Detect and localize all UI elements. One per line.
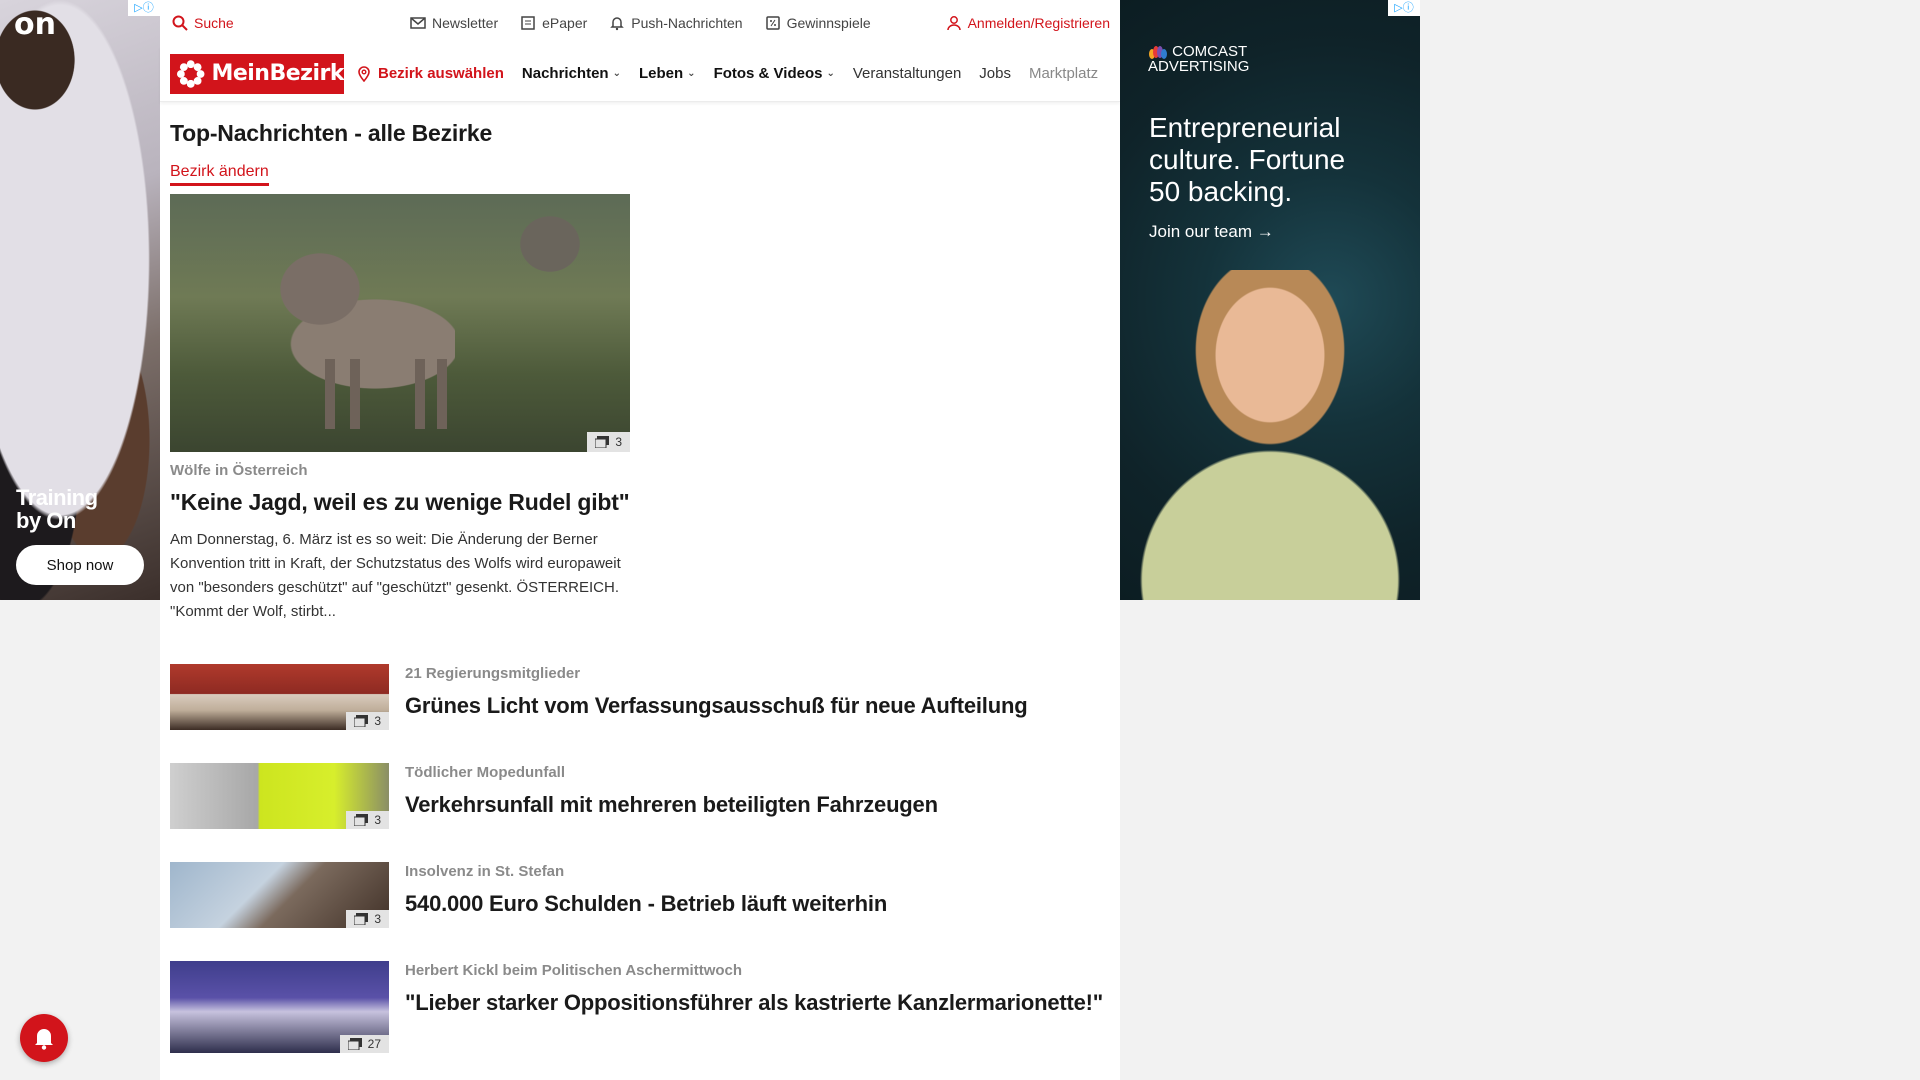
on-logo: on [14, 7, 56, 42]
join-team-link[interactable]: Join our team → [1149, 222, 1274, 242]
nav-nachrichten[interactable]: Nachrichten ⌄ [522, 65, 621, 82]
meinbezirk-logo[interactable]: MeinBezirk [170, 53, 344, 94]
photo-count-badge: 3 [346, 910, 389, 928]
hero-teaser: Am Donnerstag, 6. März ist es so weit: D… [170, 531, 621, 620]
photo-count-badge: 27 [339, 1035, 389, 1053]
article-title[interactable]: Verkehrsunfall mit mehreren beteiligten … [405, 789, 938, 820]
page-title: Top-Nachrichten - alle Bezirke [170, 120, 493, 146]
comcast-advertising-logo: COMCAST ADVERTISING [1148, 43, 1250, 76]
login-register-link[interactable]: Anmelden/Registrieren [946, 15, 1110, 31]
nav-leben[interactable]: Leben ⌄ [639, 65, 696, 82]
ad-left-text: Training by On [16, 485, 98, 533]
newsletter-link[interactable]: Newsletter [410, 15, 498, 31]
bell-icon [35, 1029, 53, 1050]
list-item[interactable]: 3 Tödlicher Mopedunfall Verkehrsunfall m… [170, 763, 1110, 862]
list-item[interactable]: 3 Insolvenz in St. Stefan 540.000 Euro S… [170, 862, 1110, 961]
ad-portrait-image [1140, 270, 1400, 600]
nav-fotos-videos[interactable]: Fotos & Videos ⌄ [714, 65, 835, 82]
wolf-background [515, 209, 585, 279]
right-display-ad[interactable]: COMCAST ADVERTISING Entrepreneurial cult… [1120, 0, 1420, 600]
main-column: Suche Newsletter ePaper Push-Nachrichten… [160, 0, 1120, 1080]
gallery-icon [347, 1038, 362, 1050]
location-pin-icon [358, 65, 370, 82]
photo-count-badge: 3 [346, 811, 389, 829]
shop-now-button[interactable]: Shop now [16, 545, 144, 585]
chevron-down-icon: ⌄ [612, 68, 621, 79]
nav-veranstaltungen[interactable]: Veranstaltungen [853, 65, 961, 82]
article-thumbnail[interactable]: 3 [170, 664, 389, 730]
article-title[interactable]: "Lieber starker Oppositionsführer als ka… [405, 987, 1103, 1018]
left-skyscraper-ad[interactable]: on Training by On Shop now ▷ⓘ [0, 0, 160, 600]
search-link[interactable]: Suche [172, 15, 234, 31]
chevron-down-icon: ⌄ [826, 68, 835, 79]
photo-count-badge: 3 [587, 432, 630, 452]
gallery-icon [354, 913, 369, 925]
nav-jobs[interactable]: Jobs [979, 65, 1011, 82]
article-kicker: Insolvenz in St. Stefan [405, 863, 565, 880]
newspaper-icon [521, 16, 535, 30]
top-utility-bar: Suche Newsletter ePaper Push-Nachrichten… [160, 0, 1120, 46]
adchoices-icon[interactable]: ▷ⓘ [1388, 0, 1420, 16]
ticket-icon [765, 16, 780, 30]
adchoices-icon[interactable]: ▷ⓘ [128, 0, 160, 16]
ad-headline: Entrepreneurial culture. Fortune 50 back… [1149, 112, 1346, 207]
epaper-link[interactable]: ePaper [520, 15, 587, 31]
hero-title[interactable]: "Keine Jagd, weil es zu wenige Rudel gib… [170, 487, 630, 518]
push-notifications-link[interactable]: Push-Nachrichten [609, 15, 743, 31]
nav-marktplatz[interactable]: Marktplatz [1029, 65, 1098, 82]
search-icon [172, 15, 188, 31]
gewinnspiele-link[interactable]: Gewinnspiele [765, 15, 871, 31]
notification-bell-button[interactable] [20, 1014, 68, 1062]
article-title[interactable]: 540.000 Euro Schulden - Betrieb läuft we… [405, 888, 887, 919]
gallery-icon [354, 715, 369, 727]
hero-wolf-image[interactable]: 3 [170, 194, 630, 452]
chevron-down-icon: ⌄ [687, 68, 696, 79]
peacock-icon [1149, 46, 1167, 60]
article-list: 3 21 Regierungsmitglieder Grünes Licht v… [170, 664, 1110, 1060]
bell-icon [610, 17, 625, 31]
article-thumbnail[interactable]: 3 [170, 763, 389, 829]
gallery-icon [595, 436, 610, 448]
list-item[interactable]: 3 21 Regierungsmitglieder Grünes Licht v… [170, 664, 1110, 763]
change-bezirk-link[interactable]: Bezirk ändern [170, 163, 269, 186]
gallery-icon [354, 814, 369, 826]
article-thumbnail[interactable]: 27 [170, 961, 389, 1053]
article-kicker: 21 Regierungsmitglieder [405, 665, 581, 682]
article-kicker: Herbert Kickl beim Politischen Aschermit… [405, 962, 743, 979]
flower-logo-icon [176, 59, 205, 88]
photo-count-badge: 3 [346, 712, 389, 730]
hero-kicker: Wölfe in Österreich [170, 462, 308, 479]
wolf-foreground [265, 249, 455, 429]
article-title[interactable]: Grünes Licht vom Verfassungsausschuß für… [405, 690, 1028, 721]
article-thumbnail[interactable]: 3 [170, 862, 389, 928]
user-icon [946, 16, 961, 31]
select-bezirk-button[interactable]: Bezirk auswählen [356, 65, 504, 82]
article-kicker: Tödlicher Mopedunfall [405, 764, 565, 781]
hero-article[interactable]: 3 Wölfe in Österreich "Keine Jagd, weil … [170, 194, 630, 624]
list-item[interactable]: 27 Herbert Kickl beim Politischen Ascher… [170, 961, 1110, 1060]
main-navigation: MeinBezirk Bezirk auswählen Nachrichten ⌄… [160, 46, 1120, 102]
mail-icon [410, 17, 426, 29]
